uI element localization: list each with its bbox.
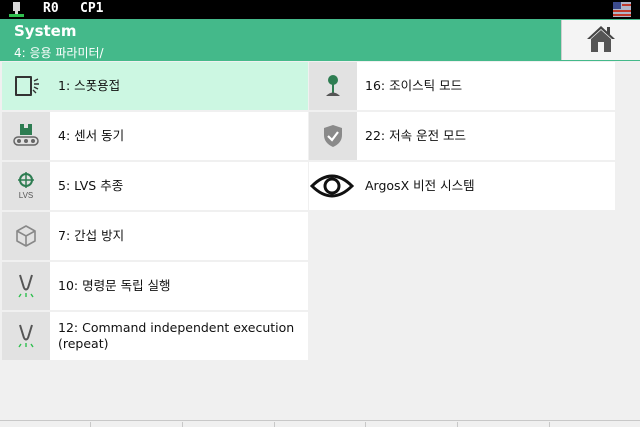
header-bar: System 4: 응용 파라미터/ bbox=[0, 19, 640, 61]
robot-indicator: R0 bbox=[43, 1, 59, 16]
sensor-sync-icon-box bbox=[2, 112, 50, 160]
menu-item-label: 7: 간섭 방지 bbox=[58, 228, 125, 243]
command-exec-icon-box bbox=[2, 262, 50, 310]
menu-item-low-speed[interactable]: 22: 저속 운전 모드 bbox=[309, 112, 615, 160]
joystick-icon bbox=[326, 75, 340, 96]
menu-item-label: 12: Command independent execution (repea… bbox=[58, 320, 295, 351]
menu-item-command-repeat[interactable]: 12: Command independent execution (repea… bbox=[2, 312, 308, 360]
menu-item-sensor-sync[interactable]: 4: 센서 동기 bbox=[2, 112, 308, 160]
interference-icon-box bbox=[2, 212, 50, 260]
menu-item-label: 16: 조이스틱 모드 bbox=[365, 78, 463, 93]
lvs-target-icon: LVS bbox=[18, 172, 34, 200]
torch-icon bbox=[18, 324, 34, 348]
joystick-icon-box bbox=[309, 62, 357, 110]
lvs-icon-text: LVS bbox=[19, 191, 34, 200]
page-title: System bbox=[14, 22, 77, 40]
language-flag-icon[interactable] bbox=[613, 2, 631, 17]
cube-icon bbox=[16, 225, 36, 247]
eye-icon bbox=[310, 174, 354, 198]
menu-item-command-exec[interactable]: 10: 명령문 독립 실행 bbox=[2, 262, 308, 310]
home-icon bbox=[587, 26, 615, 52]
menu-item-label: ArgosX 비전 시스템 bbox=[365, 178, 475, 193]
menu-item-label: 22: 저속 운전 모드 bbox=[365, 128, 467, 143]
low-speed-icon-box bbox=[309, 112, 357, 160]
spot-weld-icon-box bbox=[2, 62, 50, 110]
argosx-icon-box bbox=[309, 162, 357, 210]
menu-item-label: 4: 센서 동기 bbox=[58, 128, 125, 143]
breadcrumb: 4: 응용 파라미터/ bbox=[14, 46, 104, 60]
controller-indicator: CP1 bbox=[80, 1, 104, 16]
lvs-tracking-icon-box: LVS bbox=[2, 162, 50, 210]
shield-check-icon bbox=[324, 125, 342, 147]
menu-item-spot-weld[interactable]: 1: 스폿용접 bbox=[2, 62, 308, 110]
conveyor-icon bbox=[13, 124, 39, 146]
torch-icon bbox=[18, 274, 34, 298]
spot-weld-icon bbox=[15, 76, 39, 96]
menu-item-lvs-tracking[interactable]: LVS 5: LVS 추종 bbox=[2, 162, 308, 210]
menu-item-label: 10: 명령문 독립 실행 bbox=[58, 278, 171, 293]
status-bar: R0 CP1 bbox=[0, 0, 640, 19]
network-icon bbox=[9, 2, 24, 17]
menu-item-argosx[interactable]: ArgosX 비전 시스템 bbox=[309, 162, 615, 210]
menu-item-joystick[interactable]: 16: 조이스틱 모드 bbox=[309, 62, 615, 110]
command-repeat-icon-box bbox=[2, 312, 50, 360]
home-button[interactable] bbox=[561, 20, 640, 60]
menu-item-interference[interactable]: 7: 간섭 방지 bbox=[2, 212, 308, 260]
menu-item-label: 1: 스폿용접 bbox=[58, 78, 121, 93]
menu-item-label: 5: LVS 추종 bbox=[58, 178, 124, 193]
